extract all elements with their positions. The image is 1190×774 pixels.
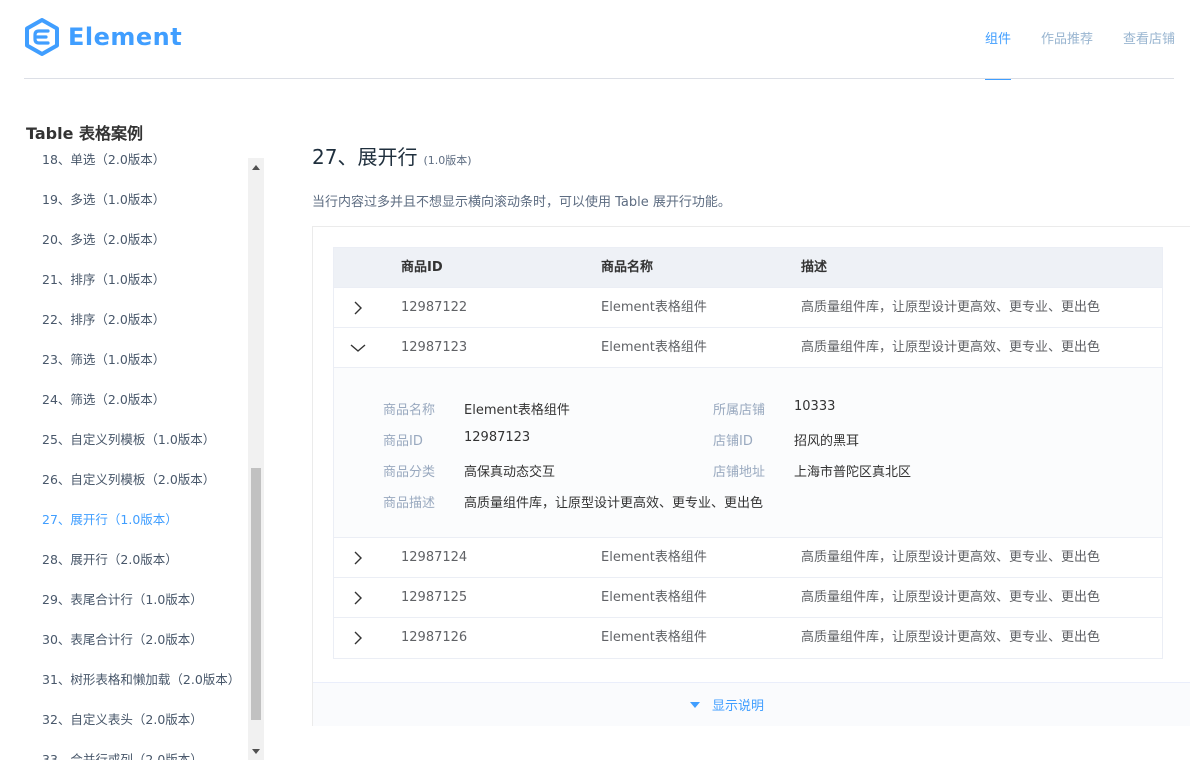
sidebar-item[interactable]: 30、表尾合计行（2.0版本） (26, 620, 248, 660)
cell-desc: 高质量组件库，让原型设计更高效、更专业、更出色 (801, 340, 1101, 355)
sidebar-list: 18、单选（2.0版本） 19、多选（1.0版本） 20、多选（2.0版本） 21、排… (26, 150, 264, 760)
page-title-text: 27、展开行 (312, 145, 418, 169)
detail-value: 12987123 (464, 430, 531, 445)
sidebar-item[interactable]: 27、展开行（1.0版本） (26, 500, 248, 540)
sidebar-item[interactable]: 24、筛选（2.0版本） (26, 380, 248, 420)
detail-value: Element表格组件 (464, 403, 570, 418)
detail-product-name: 商品名称 Element表格组件 (383, 399, 570, 418)
cell-id: 12987124 (401, 550, 468, 565)
cell-id: 12987122 (401, 300, 468, 315)
sidebar-item[interactable]: 33、合并行或列（2.0版本） (26, 740, 248, 760)
detail-value: 上海市普陀区真北区 (794, 465, 912, 480)
detail-label: 所属店铺 (713, 403, 766, 418)
cell-desc: 高质量组件库，让原型设计更高效、更专业、更出色 (801, 630, 1101, 645)
chevron-right-icon[interactable] (334, 578, 382, 618)
cell-desc: 高质量组件库，让原型设计更高效、更专业、更出色 (801, 300, 1101, 315)
logo[interactable]: Element (24, 18, 182, 56)
cell-name: Element表格组件 (601, 300, 707, 315)
expand-table: 商品ID 商品名称 描述 12987122 Element表格组件 高质量组件库，让… (333, 247, 1163, 659)
table-row: 12987126 Element表格组件 高质量组件库，让原型设计更高效、更专业、更… (334, 618, 1162, 658)
detail-shop-id: 店铺ID 招风的黑耳 (713, 430, 859, 449)
page-title-version: (1.0版本) (423, 154, 472, 167)
top-nav: 组件 作品推荐 查看店铺 (970, 0, 1190, 80)
sidebar-item[interactable]: 31、树形表格和懒加载（2.0版本） (26, 660, 248, 700)
cell-name: Element表格组件 (601, 340, 707, 355)
header: Element 组件 作品推荐 查看店铺 (0, 0, 1190, 80)
table-row: 12987125 Element表格组件 高质量组件库，让原型设计更高效、更专业、更… (334, 578, 1162, 618)
detail-label: 店铺ID (713, 434, 753, 449)
detail-value: 高保真动态交互 (464, 465, 556, 480)
header-expand-cell (334, 248, 382, 288)
cell-name: Element表格组件 (601, 550, 707, 565)
detail-label: 商品描述 (383, 496, 436, 511)
cell-name: Element表格组件 (601, 630, 707, 645)
detail-label: 商品ID (383, 434, 423, 449)
detail-label: 商品分类 (383, 465, 436, 480)
sidebar-item[interactable]: 22、排序（2.0版本） (26, 300, 248, 340)
element-logo-icon (25, 18, 59, 56)
show-description-button[interactable]: 显示说明 (313, 682, 1190, 726)
scroll-up-arrow-icon[interactable] (248, 160, 264, 174)
page-title: 27、展开行 (1.0版本) (312, 141, 472, 170)
expand-detail-panel: 商品名称 Element表格组件 所属店铺 10333 商品ID 12987123 店铺ID… (334, 368, 1162, 538)
sidebar-item[interactable]: 20、多选（2.0版本） (26, 220, 248, 260)
detail-label: 店铺地址 (713, 465, 766, 480)
cell-id: 12987126 (401, 630, 468, 645)
sidebar-item[interactable]: 29、表尾合计行（1.0版本） (26, 580, 248, 620)
scrollbar-thumb[interactable] (251, 468, 261, 720)
chevron-down-icon[interactable] (334, 328, 382, 368)
detail-product-id: 商品ID 12987123 (383, 430, 530, 449)
nav-item-shop[interactable]: 查看店铺 (1108, 0, 1190, 80)
detail-value: 10333 (794, 399, 836, 414)
sidebar-item[interactable]: 28、展开行（2.0版本） (26, 540, 248, 580)
table-header-row: 商品ID 商品名称 描述 (334, 248, 1162, 288)
table-row: 12987123 Element表格组件 高质量组件库，让原型设计更高效、更专业、更… (334, 328, 1162, 368)
header-divider (24, 78, 1174, 79)
cell-id: 12987125 (401, 590, 468, 605)
caret-down-icon (689, 697, 700, 712)
detail-shop: 所属店铺 10333 (713, 399, 835, 418)
header-cell-id: 商品ID (401, 260, 443, 275)
demo-block: 商品ID 商品名称 描述 12987122 Element表格组件 高质量组件库，让… (312, 226, 1190, 726)
page-description: 当行内容过多并且不想显示横向滚动条时，可以使用 Table 展开行功能。 (312, 195, 731, 210)
logo-text: Element (68, 23, 183, 51)
show-description-label: 显示说明 (711, 699, 764, 714)
header-cell-name: 商品名称 (601, 260, 654, 275)
chevron-right-icon[interactable] (334, 538, 382, 578)
sidebar-title: Table 表格案例 (26, 124, 144, 143)
detail-shop-addr: 店铺地址 上海市普陀区真北区 (713, 461, 911, 480)
cell-name: Element表格组件 (601, 590, 707, 605)
cell-id: 12987123 (401, 340, 468, 355)
chevron-right-icon[interactable] (334, 618, 382, 658)
header-cell-desc: 描述 (801, 260, 828, 275)
cell-desc: 高质量组件库，让原型设计更高效、更专业、更出色 (801, 550, 1101, 565)
detail-value: 高质量组件库，让原型设计更高效、更专业、更出色 (464, 496, 764, 511)
detail-label: 商品名称 (383, 403, 436, 418)
detail-category: 商品分类 高保真动态交互 (383, 461, 555, 480)
table-row: 12987124 Element表格组件 高质量组件库，让原型设计更高效、更专业、更… (334, 538, 1162, 578)
sidebar-item[interactable]: 26、自定义列模板（2.0版本） (26, 460, 248, 500)
sidebar-item[interactable]: 25、自定义列模板（1.0版本） (26, 420, 248, 460)
detail-value: 招风的黑耳 (794, 434, 860, 449)
sidebar-item[interactable]: 32、自定义表头（2.0版本） (26, 700, 248, 740)
table-row: 12987122 Element表格组件 高质量组件库，让原型设计更高效、更专业、更… (334, 288, 1162, 328)
detail-product-desc: 商品描述 高质量组件库，让原型设计更高效、更专业、更出色 (383, 492, 763, 511)
sidebar-item[interactable]: 23、筛选（1.0版本） (26, 340, 248, 380)
sidebar-item[interactable]: 21、排序（1.0版本） (26, 260, 248, 300)
nav-item-components[interactable]: 组件 (970, 0, 1026, 80)
cell-desc: 高质量组件库，让原型设计更高效、更专业、更出色 (801, 590, 1101, 605)
scroll-down-arrow-icon[interactable] (248, 744, 264, 758)
sidebar-item[interactable]: 19、多选（1.0版本） (26, 180, 248, 220)
chevron-right-icon[interactable] (334, 288, 382, 328)
sidebar-item[interactable]: 18、单选（2.0版本） (26, 150, 248, 180)
sidebar-scrollbar[interactable] (248, 158, 264, 760)
nav-item-showcase[interactable]: 作品推荐 (1026, 0, 1108, 80)
